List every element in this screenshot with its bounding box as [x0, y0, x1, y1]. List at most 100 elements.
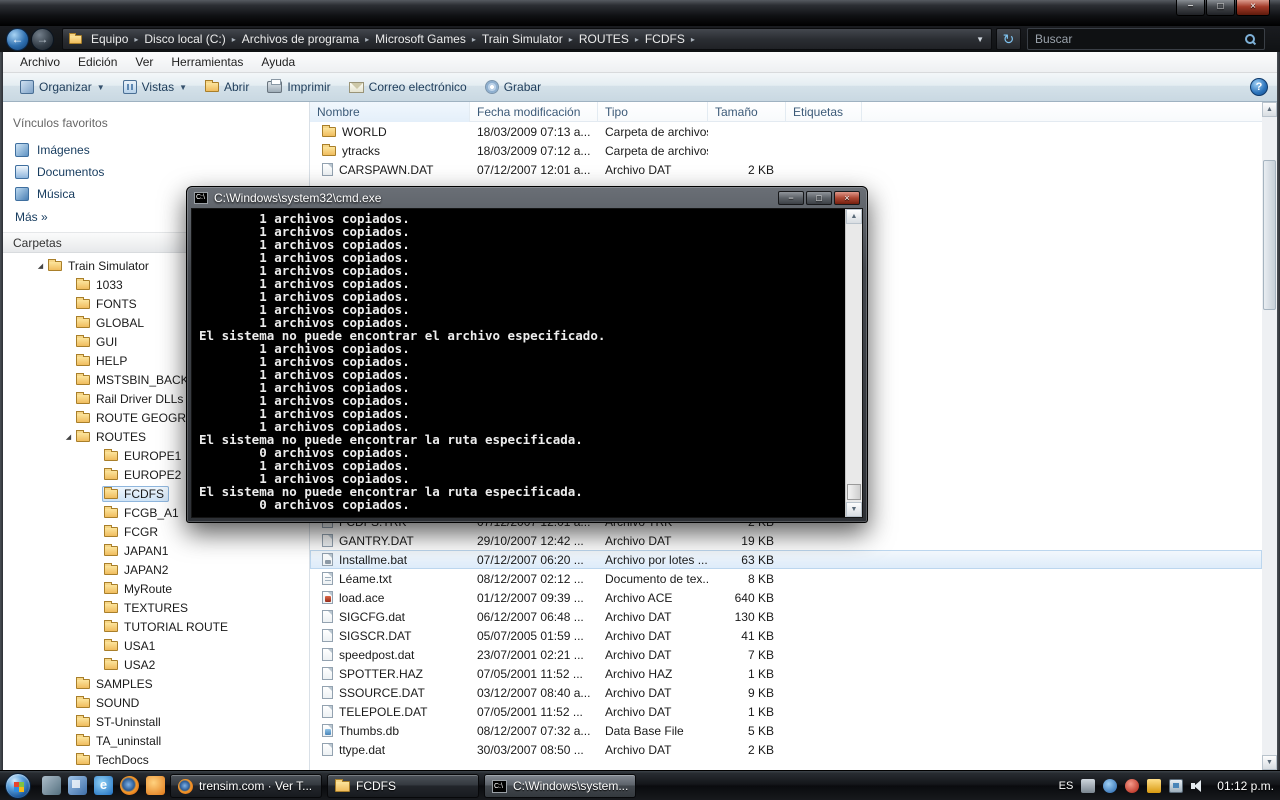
cmd-window[interactable]: C:\Windows\system32\cmd.exe − □ × 1 arch… — [186, 186, 868, 523]
minimize-button[interactable]: − — [1176, 0, 1205, 16]
breadcrumb-item-microsoft-games[interactable]: Microsoft Games — [370, 32, 471, 46]
console-scroll-down-icon[interactable]: ▼ — [846, 502, 862, 517]
file-row-carspawn-dat[interactable]: CARSPAWN.DAT07/12/2007 12:01 a...Archivo… — [310, 160, 1262, 179]
file-list-scrollbar[interactable]: ▲ ▼ — [1262, 102, 1277, 770]
menu-edici-n[interactable]: Edición — [69, 53, 126, 71]
column-header-nombre[interactable]: Nombre — [310, 102, 470, 122]
tree-item-japan2[interactable]: JAPAN2 — [3, 560, 307, 579]
tree-item-samples[interactable]: SAMPLES — [3, 674, 307, 693]
tree-item-techdocs[interactable]: TechDocs — [3, 750, 307, 769]
tree-item-target[interactable]: ST-Uninstall — [74, 714, 166, 730]
tree-item-target[interactable]: EUROPE1 — [102, 448, 186, 464]
file-row-l-ame-txt[interactable]: Léame.txt08/12/2007 02:12 ...Documento d… — [310, 569, 1262, 588]
tree-item-target[interactable]: FCGR — [102, 524, 163, 540]
breadcrumb-item-equipo[interactable]: Equipo — [86, 32, 133, 46]
cmd-minimize-button[interactable]: − — [778, 191, 804, 205]
breadcrumb-item-archivos-de-programa[interactable]: Archivos de programa — [237, 32, 364, 46]
tree-item-target[interactable]: TechDocs — [74, 752, 154, 768]
tree-item-target[interactable]: JAPAN2 — [102, 562, 173, 578]
file-row-gantry-dat[interactable]: GANTRY.DAT29/10/2007 12:42 ...Archivo DA… — [310, 531, 1262, 550]
tree-item-target[interactable]: MyRoute — [102, 581, 177, 597]
cmd-close-button[interactable]: × — [834, 191, 860, 205]
column-header-tipo[interactable]: Tipo — [598, 102, 708, 122]
tree-item-ta-uninstall[interactable]: TA_uninstall — [3, 731, 307, 750]
back-button[interactable]: ← — [6, 28, 29, 51]
taskbar-button-c-windows-system[interactable]: C:\Windows\system... — [484, 774, 636, 798]
cmd-maximize-button[interactable]: □ — [806, 191, 832, 205]
console-scrollbar[interactable]: ▲ ▼ — [845, 209, 862, 517]
menu-archivo[interactable]: Archivo — [11, 53, 69, 71]
tree-item-target[interactable]: 1033 — [74, 277, 128, 293]
file-row-ytracks[interactable]: ytracks18/03/2009 07:12 a...Carpeta de a… — [310, 141, 1262, 160]
window-switcher-icon[interactable] — [68, 776, 87, 795]
file-row-ssource-dat[interactable]: SSOURCE.DAT03/12/2007 08:40 a...Archivo … — [310, 683, 1262, 702]
column-header-fecha-modificaci-n[interactable]: Fecha modificación — [470, 102, 598, 122]
file-row-telepole-dat[interactable]: TELEPOLE.DAT07/05/2001 11:52 ...Archivo … — [310, 702, 1262, 721]
console[interactable]: 1 archivos copiados. 1 archivos copiados… — [191, 208, 863, 518]
console-scroll-up-icon[interactable]: ▲ — [846, 209, 862, 224]
breadcrumb-separator-icon[interactable]: ▸ — [690, 35, 696, 44]
tree-item-target[interactable]: USA2 — [102, 657, 160, 673]
toolbar-grabar-button[interactable]: Grabar — [476, 77, 550, 97]
tree-item-sound[interactable]: SOUND — [3, 693, 307, 712]
tree-item-st-uninstall[interactable]: ST-Uninstall — [3, 712, 307, 731]
menu-ayuda[interactable]: Ayuda — [252, 53, 304, 71]
tree-item-usa1[interactable]: USA1 — [3, 636, 307, 655]
tree-item-target[interactable]: FCGB_A1 — [102, 505, 184, 521]
refresh-button[interactable]: ↻ — [996, 28, 1021, 50]
toolbar-imprimir-button[interactable]: Imprimir — [258, 77, 339, 97]
toolbar-correo-electr-nico-button[interactable]: Correo electrónico — [340, 77, 476, 97]
file-row-world[interactable]: WORLD18/03/2009 07:13 a...Carpeta de arc… — [310, 122, 1262, 141]
scroll-down-icon[interactable]: ▼ — [1262, 755, 1277, 770]
favorite-im-genes[interactable]: Imágenes — [3, 139, 309, 161]
tree-item-target[interactable]: GUI — [74, 334, 122, 350]
tree-item-target[interactable]: MSTSBIN_BACKU — [74, 372, 202, 388]
favorite-documentos[interactable]: Documentos — [3, 161, 309, 183]
tree-item-target[interactable]: SOUND — [74, 695, 144, 711]
tree-item-textures[interactable]: TEXTURES — [3, 598, 307, 617]
tree-item-target[interactable]: HELP — [74, 353, 132, 369]
start-button[interactable] — [5, 773, 31, 799]
show-desktop-icon[interactable] — [42, 776, 61, 795]
tree-item-japan1[interactable]: JAPAN1 — [3, 541, 307, 560]
toolbar-abrir-button[interactable]: Abrir — [196, 77, 258, 97]
file-row-thumbs-db[interactable]: Thumbs.db08/12/2007 07:32 a...Data Base … — [310, 721, 1262, 740]
tray-icon[interactable] — [1103, 779, 1117, 793]
cmd-titlebar[interactable]: C:\Windows\system32\cmd.exe − □ × — [187, 187, 867, 208]
tree-item-target[interactable]: Train Simulator — [46, 258, 154, 274]
menu-herramientas[interactable]: Herramientas — [162, 53, 252, 71]
file-row-installme-bat[interactable]: Installme.bat07/12/2007 06:20 ...Archivo… — [310, 550, 1262, 569]
taskbar-button-trensim-com-ver-t[interactable]: trensim.com · Ver T... — [170, 774, 322, 798]
search-icon[interactable] — [1244, 33, 1257, 46]
file-row-spotter-haz[interactable]: SPOTTER.HAZ07/05/2001 11:52 ...Archivo H… — [310, 664, 1262, 683]
volume-icon[interactable] — [1191, 779, 1206, 793]
forward-button[interactable]: → — [31, 28, 54, 51]
breadcrumb-item-train-simulator[interactable]: Train Simulator — [477, 32, 568, 46]
menu-ver[interactable]: Ver — [126, 53, 162, 71]
toolbar-organizar-button[interactable]: Organizar▼ — [11, 77, 114, 97]
tray-icon[interactable] — [1081, 779, 1095, 793]
tray-icon[interactable] — [1147, 779, 1161, 793]
file-row-load-ace[interactable]: load.ace01/12/2007 09:39 ...Archivo ACE6… — [310, 588, 1262, 607]
scrollbar-thumb[interactable] — [1263, 160, 1276, 310]
breadcrumb-item-routes[interactable]: ROUTES — [574, 32, 634, 46]
search-box[interactable] — [1027, 28, 1265, 50]
tree-item-usa2[interactable]: USA2 — [3, 655, 307, 674]
file-row-ttype-dat[interactable]: ttype.dat30/03/2007 08:50 ...Archivo DAT… — [310, 740, 1262, 759]
internet-explorer-icon[interactable]: e — [94, 776, 113, 795]
expanded-arrow-icon[interactable]: ◢ — [63, 433, 74, 441]
tray-icon[interactable] — [1125, 779, 1139, 793]
column-header-tama-o[interactable]: Tamaño — [708, 102, 786, 122]
tree-item-fcgr[interactable]: FCGR — [3, 522, 307, 541]
tree-item-target[interactable]: EUROPE2 — [102, 467, 186, 483]
tree-item-target[interactable]: Rail Driver DLLs — [74, 391, 188, 407]
tree-item-target[interactable]: TEXTURES — [102, 600, 193, 616]
help-icon[interactable]: ? — [1250, 78, 1268, 96]
search-input[interactable] — [1035, 32, 1244, 46]
breadcrumb[interactable]: Equipo▸Disco local (C:)▸Archivos de prog… — [62, 28, 992, 50]
taskbar-clock[interactable]: 01:12 p.m. — [1217, 779, 1274, 793]
taskbar-button-fcdfs[interactable]: FCDFS — [327, 774, 479, 798]
breadcrumb-item-fcdfs[interactable]: FCDFS — [640, 32, 690, 46]
tree-item-target[interactable]: ROUTES — [74, 429, 151, 445]
file-row-sigcfg-dat[interactable]: SIGCFG.dat06/12/2007 06:48 ...Archivo DA… — [310, 607, 1262, 626]
